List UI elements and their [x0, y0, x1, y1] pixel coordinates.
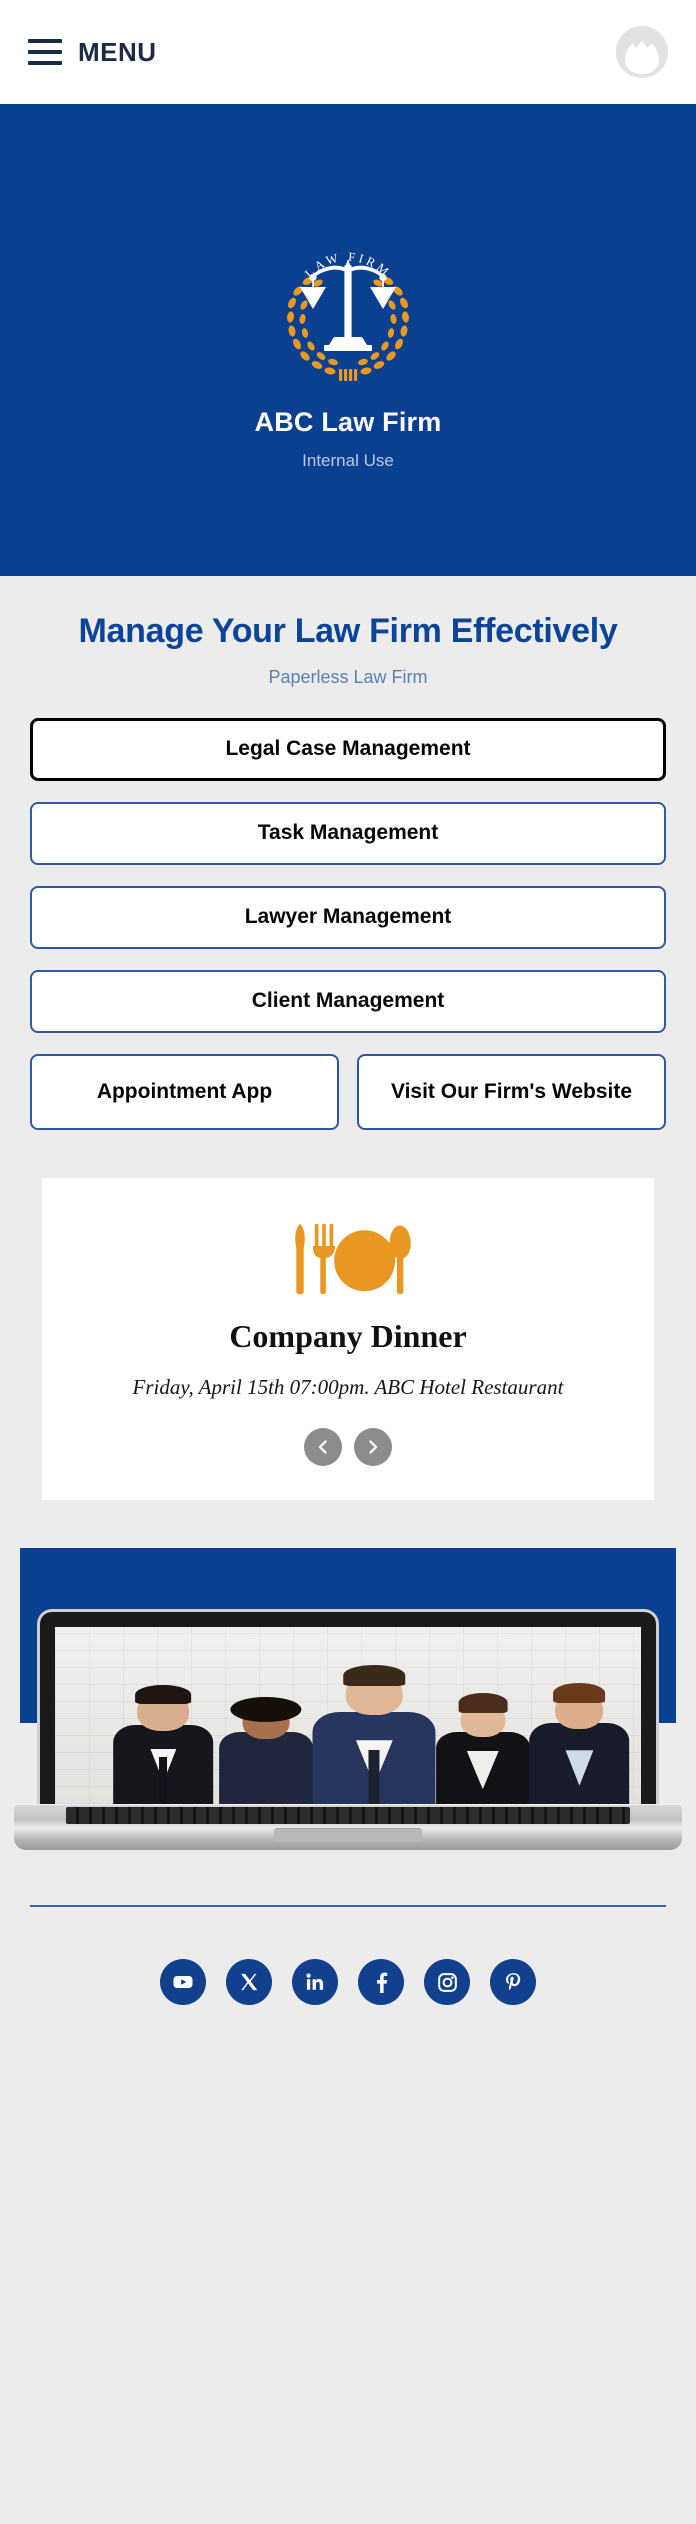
- carousel-controls: [62, 1428, 634, 1466]
- user-avatar-icon[interactable]: [616, 26, 668, 78]
- chevron-left-icon: [318, 1440, 327, 1454]
- carousel-prev-button[interactable]: [304, 1428, 342, 1466]
- top-navigation-bar: MENU: [0, 0, 696, 104]
- button-lawyer-management[interactable]: Lawyer Management: [30, 886, 666, 949]
- carousel-next-button[interactable]: [354, 1428, 392, 1466]
- button-appointment-app[interactable]: Appointment App: [30, 1054, 339, 1130]
- social-links: [0, 1959, 696, 2005]
- team-photo: [55, 1627, 641, 1804]
- button-visit-firm-website[interactable]: Visit Our Firm's Website: [357, 1054, 666, 1130]
- laptop-keyboard: [66, 1807, 630, 1824]
- pinterest-icon: [505, 1972, 520, 1990]
- user-avatar-button[interactable]: [616, 26, 668, 78]
- page-title: Manage Your Law Firm Effectively: [78, 612, 618, 650]
- mobile-app-page: MENU LAW FIRM ABC Law Firm Internal Use …: [0, 0, 696, 2524]
- firm-name: ABC Law Firm: [254, 407, 442, 437]
- laptop-base: [14, 1804, 682, 1850]
- instagram-icon: [437, 1972, 457, 1992]
- x-twitter-icon: [241, 1973, 258, 1991]
- social-link-instagram[interactable]: [424, 1959, 470, 2005]
- laptop-trackpad: [274, 1828, 422, 1842]
- dinner-plate-cutlery-icon: [295, 1223, 411, 1294]
- footer-divider: [30, 1905, 666, 1907]
- social-link-linkedin[interactable]: [292, 1959, 338, 2005]
- event-details: Friday, April 15th 07:00pm. ABC Hotel Re…: [132, 1375, 564, 1399]
- firm-subtitle: Internal Use: [302, 451, 394, 470]
- secondary-nav-buttons: Appointment App Visit Our Firm's Website: [30, 1054, 666, 1130]
- social-link-youtube[interactable]: [160, 1959, 206, 2005]
- social-link-facebook[interactable]: [358, 1959, 404, 2005]
- laptop-screen: [40, 1612, 656, 1804]
- page-subtitle: Paperless Law Firm: [268, 667, 428, 687]
- social-link-pinterest[interactable]: [490, 1959, 536, 2005]
- event-announcement-card: Company Dinner Friday, April 15th 07:00p…: [42, 1178, 654, 1500]
- linkedin-icon: [306, 1973, 324, 1990]
- laptop-mockup: [14, 1612, 682, 1850]
- chevron-right-icon: [369, 1440, 378, 1454]
- menu-label: MENU: [78, 36, 157, 67]
- team-showcase-section: [14, 1548, 682, 1853]
- social-link-x[interactable]: [226, 1959, 272, 2005]
- button-client-management[interactable]: Client Management: [30, 970, 666, 1033]
- button-legal-case-management[interactable]: Legal Case Management: [30, 718, 666, 781]
- event-title: Company Dinner: [229, 1318, 467, 1354]
- facebook-icon: [377, 1972, 388, 1993]
- primary-nav-buttons: Legal Case Management Task Management La…: [30, 718, 666, 1033]
- scales-of-justice-laurel-logo: LAW FIRM: [268, 225, 428, 385]
- menu-button[interactable]: MENU: [28, 37, 157, 68]
- hamburger-icon[interactable]: [28, 39, 62, 65]
- hero-section: LAW FIRM ABC Law Firm Internal Use: [0, 104, 696, 576]
- button-task-management[interactable]: Task Management: [30, 802, 666, 865]
- page-heading-group: Manage Your Law Firm Effectively Paperle…: [0, 576, 696, 688]
- youtube-icon: [173, 1976, 193, 1988]
